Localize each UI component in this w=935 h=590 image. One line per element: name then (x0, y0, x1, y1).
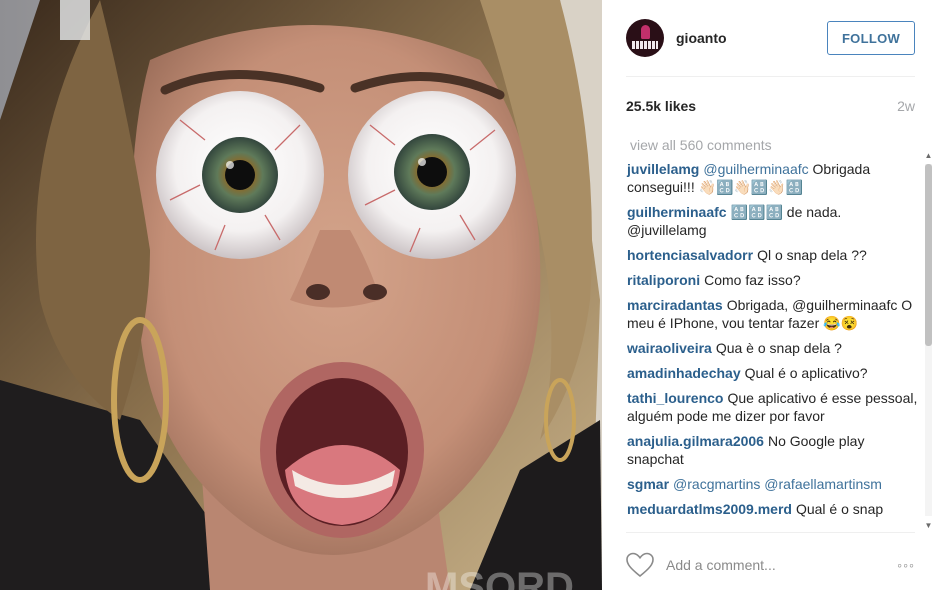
comment-item: sgmar @racgmartins @rafaellamartinsm (627, 475, 922, 493)
instagram-post: MSQRD gioanto FOLLOW 25.5k likes 2w view… (0, 0, 935, 590)
add-comment-input[interactable] (666, 553, 898, 577)
comment-item: amadinhadechay Qual é o aplicativo? (627, 364, 922, 382)
comment-item: guilherminaafc 🔠🔠🔠 de nada. @juvillelamg (627, 203, 922, 239)
comment-item: juvillelamg @guilherminaafc Obrigada cons… (627, 160, 922, 196)
comment-username[interactable]: meduardatlms2009.merd (627, 501, 792, 517)
comment-item: anajulia.gilmara2006 No Google play snapc… (627, 432, 922, 468)
comment-username[interactable]: guilherminaafc (627, 204, 727, 220)
left-eye-filter (156, 91, 324, 259)
scroll-thumb[interactable] (925, 164, 932, 346)
more-options-icon[interactable]: ◦◦◦ (897, 557, 915, 573)
comment-username[interactable]: tathi_lourenco (627, 390, 723, 406)
comment-item: tathi_lourenco Que aplicativo é esse pess… (627, 389, 922, 425)
comment-text: Como faz isso? (704, 272, 801, 288)
comments-divider (626, 532, 915, 533)
add-comment-row: ◦◦◦ (626, 546, 915, 584)
comment-item: marciradantas Obrigada, @guilherminaafc O… (627, 296, 922, 332)
post-header: gioanto FOLLOW (626, 16, 915, 60)
avatar-piano-keys (632, 41, 658, 49)
comment-list: view all 560 comments juvillelamg @guilhe… (626, 136, 922, 532)
comment-username[interactable]: marciradantas (627, 297, 723, 313)
comment-username[interactable]: juvillelamg (627, 161, 699, 177)
comment-item: meduardatlms2009.merd Qual é o snap (627, 500, 922, 518)
avatar[interactable] (626, 19, 664, 57)
photo-illustration: MSQRD (0, 0, 602, 590)
comment-text: Qual é o snap (795, 501, 884, 517)
post-age[interactable]: 2w (897, 98, 915, 114)
view-all-comments-link[interactable]: view all 560 comments (630, 136, 922, 154)
comment-item: ritaliporoni Como faz isso? (627, 271, 922, 289)
follow-button[interactable]: FOLLOW (827, 21, 915, 55)
comment-item: hortenciasalvadorr Ql o snap dela ?? (627, 246, 922, 264)
likes-row: 25.5k likes 2w (626, 97, 915, 115)
header-divider (626, 76, 915, 77)
like-count[interactable]: 25.5k likes (626, 98, 696, 114)
heart-icon[interactable] (626, 552, 654, 578)
comments-scrollbar[interactable]: ▲ ▼ (922, 150, 935, 532)
comment-item: wairaoliveira Qua è o snap dela ? (627, 339, 922, 357)
comment-username[interactable]: wairaoliveira (627, 340, 712, 356)
post-photo[interactable]: MSQRD (0, 0, 602, 590)
photo-watermark: MSQRD (425, 565, 574, 590)
comment-text: Qua è o snap dela ? (715, 340, 842, 356)
scroll-up-arrow-icon[interactable]: ▲ (922, 150, 935, 162)
comment-mention[interactable]: @racgmartins @rafaellamartinsm (673, 476, 882, 492)
comment-username[interactable]: amadinhadechay (627, 365, 741, 381)
post-side-panel: gioanto FOLLOW 25.5k likes 2w view all 5… (602, 0, 935, 590)
comment-text: Ql o snap dela ?? (757, 247, 867, 263)
comment-username[interactable]: sgmar (627, 476, 669, 492)
right-eye-filter (348, 91, 516, 259)
comment-username[interactable]: hortenciasalvadorr (627, 247, 753, 263)
comment-container: juvillelamg @guilherminaafc Obrigada cons… (626, 160, 922, 518)
comment-text: Qual é o aplicativo? (744, 365, 868, 381)
comment-mention[interactable]: @guilherminaafc (703, 161, 808, 177)
post-username[interactable]: gioanto (676, 30, 827, 46)
comment-username[interactable]: anajulia.gilmara2006 (627, 433, 764, 449)
avatar-figure (641, 25, 650, 39)
scroll-down-arrow-icon[interactable]: ▼ (922, 520, 935, 532)
comment-username[interactable]: ritaliporoni (627, 272, 700, 288)
